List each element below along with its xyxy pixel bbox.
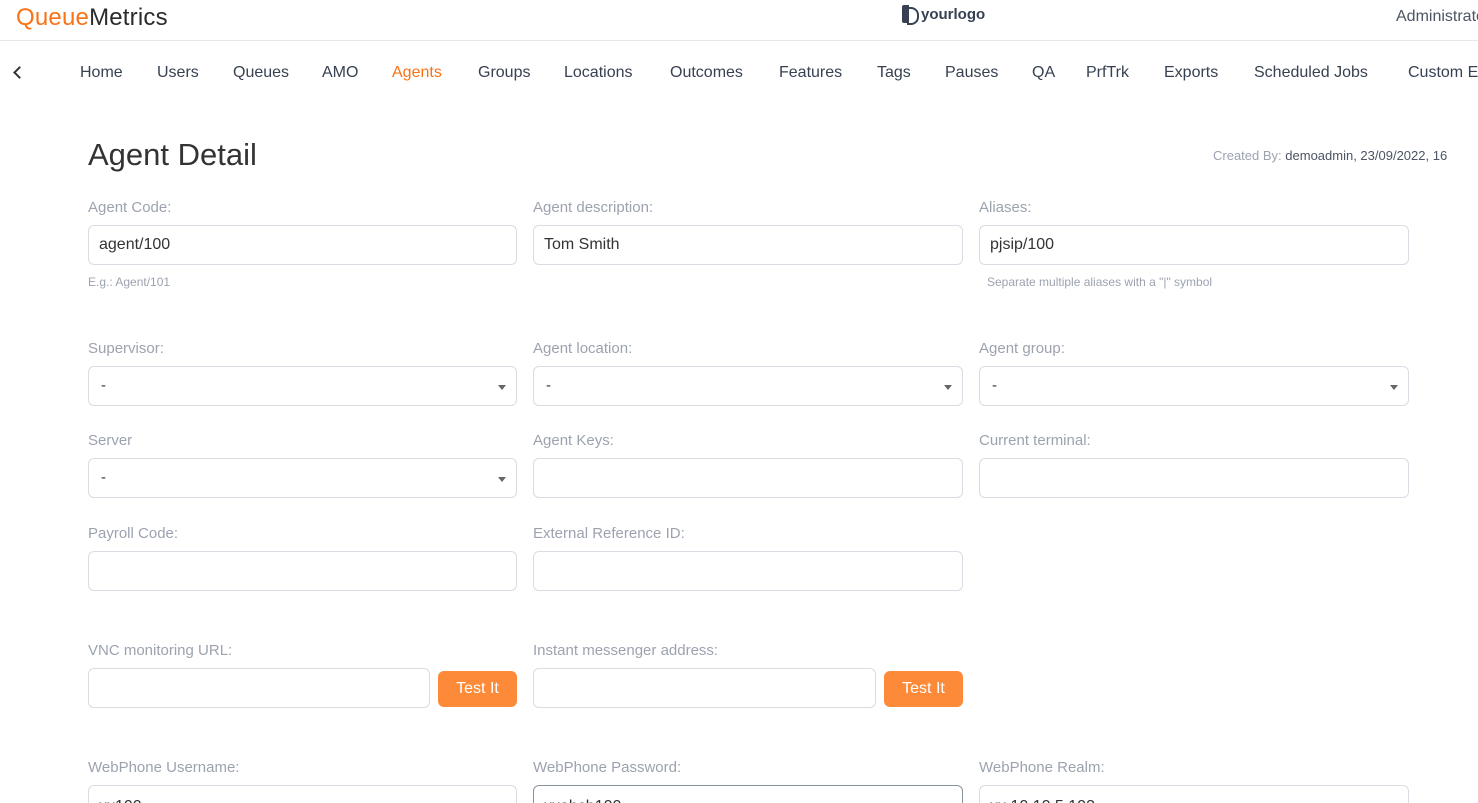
yourlogo-text: yourlogo (921, 5, 986, 23)
webphone-realm-label: WebPhone Realm: (979, 759, 1105, 776)
yourlogo: yourlogo (902, 5, 986, 25)
agent-code-input[interactable]: agent/100 (88, 225, 517, 265)
aliases-input[interactable]: pjsip/100 (979, 225, 1409, 265)
nav-item-tags[interactable]: Tags (877, 64, 911, 82)
vnc-url-label: VNC monitoring URL: (88, 642, 233, 659)
webphone-username-label: WebPhone Username: (88, 759, 240, 776)
agent-code-label: Agent Code: (88, 199, 172, 216)
current-terminal-label: Current terminal: (979, 432, 1091, 449)
webphone-password-label: WebPhone Password: (533, 759, 682, 776)
im-address-input[interactable] (533, 668, 876, 708)
nav-item-locations[interactable]: Locations (564, 64, 633, 82)
nav-item-features[interactable]: Features (779, 64, 842, 82)
im-address-label: Instant messenger address: (533, 642, 719, 659)
agent-group-selected: - (992, 377, 997, 394)
page-title: Agent Detail (88, 137, 257, 172)
created-by-info: Created By: demoadmin, 23/09/2022, 16 (1213, 148, 1447, 163)
caret-down-icon (1390, 385, 1398, 390)
yourlogo-icon (902, 5, 919, 25)
caret-down-icon (944, 385, 952, 390)
webphone-username-input[interactable]: xx100 (88, 785, 517, 803)
supervisor-select[interactable]: - (88, 366, 517, 406)
nav-item-home[interactable]: Home (80, 64, 123, 82)
agent-keys-input[interactable] (533, 458, 963, 498)
server-label: Server (88, 432, 133, 449)
agent-group-label: Agent group: (979, 340, 1065, 357)
payroll-code-input[interactable] (88, 551, 517, 591)
nav-item-scheduled-jobs[interactable]: Scheduled Jobs (1254, 64, 1368, 82)
queuemetrics-logo[interactable]: QueueMetrics (16, 4, 168, 32)
agent-location-selected: - (546, 377, 551, 394)
external-reference-id-label: External Reference ID: (533, 525, 685, 542)
nav-item-prftrk[interactable]: PrfTrk (1086, 64, 1129, 82)
nav-item-outcomes[interactable]: Outcomes (670, 64, 743, 82)
nav-item-amo[interactable]: AMO (322, 64, 358, 82)
nav-item-queues[interactable]: Queues (233, 64, 289, 82)
agent-code-hint: E.g.: Agent/101 (88, 275, 171, 289)
nav-item-qa[interactable]: QA (1032, 64, 1055, 82)
payroll-code-label: Payroll Code: (88, 525, 179, 542)
nav-item-users[interactable]: Users (157, 64, 199, 82)
supervisor-selected: - (101, 377, 106, 394)
agent-location-label: Agent location: (533, 340, 633, 357)
agent-location-select[interactable]: - (533, 366, 963, 406)
nav-item-custom-export[interactable]: Custom Export (1408, 64, 1478, 82)
im-test-button[interactable]: Test It (884, 671, 963, 707)
aliases-label: Aliases: (979, 199, 1032, 216)
external-reference-id-input[interactable] (533, 551, 963, 591)
top-header: QueueMetrics yourlogo Administrator (0, 0, 1478, 41)
agent-description-input[interactable]: Tom Smith (533, 225, 963, 265)
created-by-value: demoadmin, 23/09/2022, 16 (1285, 148, 1448, 163)
caret-down-icon (498, 477, 506, 482)
aliases-hint: Separate multiple aliases with a "|" sym… (987, 275, 1213, 289)
nav-item-agents[interactable]: Agents (392, 64, 442, 82)
current-terminal-input[interactable] (979, 458, 1409, 498)
agent-keys-label: Agent Keys: (533, 432, 614, 449)
vnc-url-input[interactable] (88, 668, 430, 708)
nav-item-exports[interactable]: Exports (1164, 64, 1218, 82)
nav-item-pauses[interactable]: Pauses (945, 64, 998, 82)
main-nav: Home Users Queues AMO Agents Groups Loca… (0, 41, 1478, 105)
webphone-password-input[interactable]: xxabcb100 (533, 785, 963, 803)
created-by-label: Created By: (1213, 148, 1282, 163)
chevron-left-icon[interactable] (10, 63, 28, 81)
webphone-realm-input[interactable]: xx.10.10.5.103 (979, 785, 1409, 803)
vnc-test-button[interactable]: Test It (438, 671, 517, 707)
caret-down-icon (498, 385, 506, 390)
server-selected: - (101, 469, 106, 486)
user-menu[interactable]: Administrator (1396, 8, 1478, 26)
server-select[interactable]: - (88, 458, 517, 498)
agent-description-label: Agent description: (533, 199, 654, 216)
agent-group-select[interactable]: - (979, 366, 1409, 406)
brand-part-metrics: Metrics (89, 4, 168, 31)
nav-item-groups[interactable]: Groups (478, 64, 530, 82)
brand-part-queue: Queue (16, 4, 90, 31)
supervisor-label: Supervisor: (88, 340, 164, 357)
